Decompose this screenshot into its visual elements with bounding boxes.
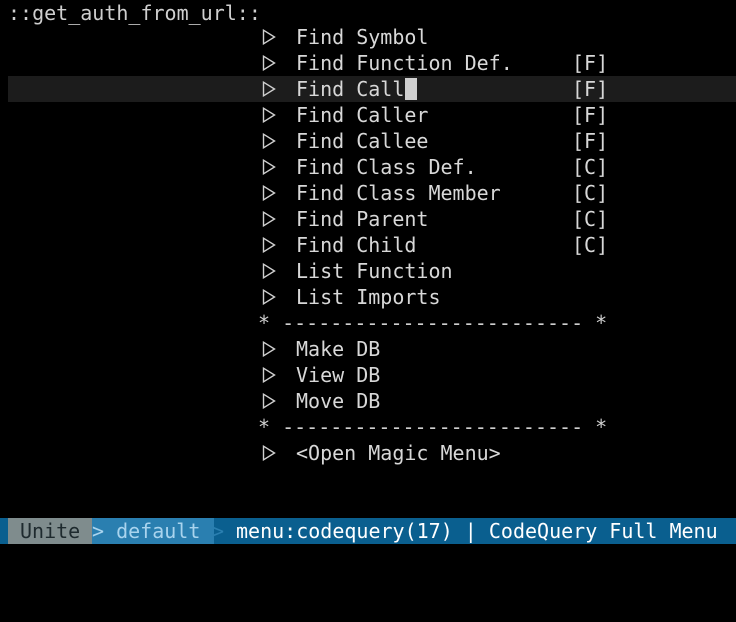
triangle-right-outline-icon: [262, 284, 278, 310]
menu-item-text: <Open Magic Menu>: [296, 441, 501, 465]
menu-item-tag: [C]: [572, 233, 609, 257]
menu-item-tag: [C]: [572, 155, 609, 179]
triangle-right-outline-icon: [262, 24, 278, 50]
buffer-segment: > default: [92, 518, 214, 544]
menu-item-label: Find Caller: [296, 102, 428, 128]
menu-item-selected[interactable]: Find Call [F]: [8, 76, 736, 102]
menu-separator: * ------------------------- *: [0, 310, 736, 336]
menu-item[interactable]: Find Callee [F]: [0, 128, 736, 154]
menu-item[interactable]: Find Class Def. [C]: [0, 154, 736, 180]
menu-item-text: Find Callee: [296, 129, 429, 153]
menu-item-text: View DB: [296, 363, 381, 387]
menu-item-label: Find Parent: [296, 206, 428, 232]
buffer-label: > default: [92, 519, 201, 543]
triangle-right-outline-icon: [262, 50, 278, 76]
triangle-right-outline-icon: [262, 180, 278, 206]
triangle-right-outline-icon: [262, 154, 278, 180]
menu-item-label: Find Symbol: [296, 24, 428, 50]
menu-item-text: Move DB: [296, 389, 381, 413]
menu-item-tag: [C]: [572, 207, 609, 231]
menu-item-label: View DB: [296, 362, 380, 388]
menu-item-label: <Open Magic Menu>: [296, 440, 501, 466]
triangle-right-outline-icon: [262, 336, 278, 362]
menu-item-label: Move DB: [296, 388, 380, 414]
menu-item[interactable]: Find Parent [C]: [0, 206, 736, 232]
menu-item[interactable]: Find Class Member [C]: [0, 180, 736, 206]
menu-item[interactable]: Find Child [C]: [0, 232, 736, 258]
triangle-right-outline-icon: [262, 388, 278, 414]
menu-item[interactable]: View DB: [0, 362, 736, 388]
menu-item-text: List Imports: [296, 285, 441, 309]
menu-item[interactable]: Find Function Def. [F]: [0, 50, 736, 76]
menu-item[interactable]: Make DB: [0, 336, 736, 362]
menu-item-label: Make DB: [296, 336, 380, 362]
triangle-right-outline-icon: [262, 258, 278, 284]
mode-segment: Unite: [8, 518, 92, 544]
triangle-right-outline-icon: [262, 206, 278, 232]
menu-item-tag: [C]: [572, 181, 609, 205]
menu-item[interactable]: Move DB: [0, 388, 736, 414]
menu-item-tag: [F]: [572, 51, 609, 75]
triangle-right-outline-icon: [262, 232, 278, 258]
menu-item[interactable]: List Imports: [0, 284, 736, 310]
triangle-right-outline-icon: [262, 362, 278, 388]
segment-separator-icon: >: [212, 519, 225, 543]
mode-label: Unite: [20, 519, 81, 543]
menu-item-text: Find Class Def.: [296, 155, 477, 179]
info-segment: > menu:codequery(17) | CodeQuery Full Me…: [212, 518, 736, 544]
menu-item-text: Find Class Member: [296, 181, 501, 205]
menu-item-text: Find Parent: [296, 207, 429, 231]
menu-item[interactable]: Find Symbol: [0, 24, 736, 50]
menu-item-tag: [F]: [572, 129, 609, 153]
menu-item-label: Find Callee: [296, 128, 428, 154]
menu-item-tag: [F]: [572, 103, 609, 127]
menu-item-text: Find Symbol: [296, 25, 429, 49]
menu-item[interactable]: <Open Magic Menu>: [0, 440, 736, 466]
triangle-right-outline-icon: [262, 102, 278, 128]
menu-info-label: menu:codequery(17) | CodeQuery Full Menu: [236, 519, 718, 543]
menu-separator: * ------------------------- *: [0, 414, 736, 440]
menu-item-label: List Function: [296, 258, 453, 284]
menu-item-label: List Imports: [296, 284, 441, 310]
status-bar: Unite > default > menu:codequery(17) | C…: [0, 518, 736, 544]
menu-item-tag: [F]: [572, 77, 609, 101]
menu-item-text: Find Function Def.: [296, 51, 513, 75]
menu-item-text: Find Child: [296, 233, 417, 257]
menu-item-label: Find Function Def.: [296, 50, 513, 76]
menu-item-label: Find Child: [296, 232, 416, 258]
menu-item-label: Find Class Member: [296, 180, 501, 206]
menu-item-text: Find Call: [296, 77, 405, 101]
separator-text: * ------------------------- *: [258, 311, 608, 335]
unite-prompt[interactable]: ::get_auth_from_url::: [8, 0, 261, 26]
triangle-right-outline-icon: [262, 440, 278, 466]
menu-item-text: Find Caller: [296, 103, 429, 127]
menu-item-text: Make DB: [296, 337, 381, 361]
menu-item[interactable]: Find Caller [F]: [0, 102, 736, 128]
menu-item[interactable]: List Function: [0, 258, 736, 284]
text-cursor: [405, 78, 418, 100]
triangle-right-outline-icon: [262, 76, 278, 102]
menu-item-text: List Function: [296, 259, 453, 283]
menu-item-label: Find Class Def.: [296, 154, 477, 180]
codequery-menu: Find Symbol Find Function Def. [F] Find Cal…: [0, 24, 736, 466]
menu-item-label: Find Call: [296, 76, 418, 102]
separator-text: * ------------------------- *: [258, 415, 608, 439]
triangle-right-outline-icon: [262, 128, 278, 154]
